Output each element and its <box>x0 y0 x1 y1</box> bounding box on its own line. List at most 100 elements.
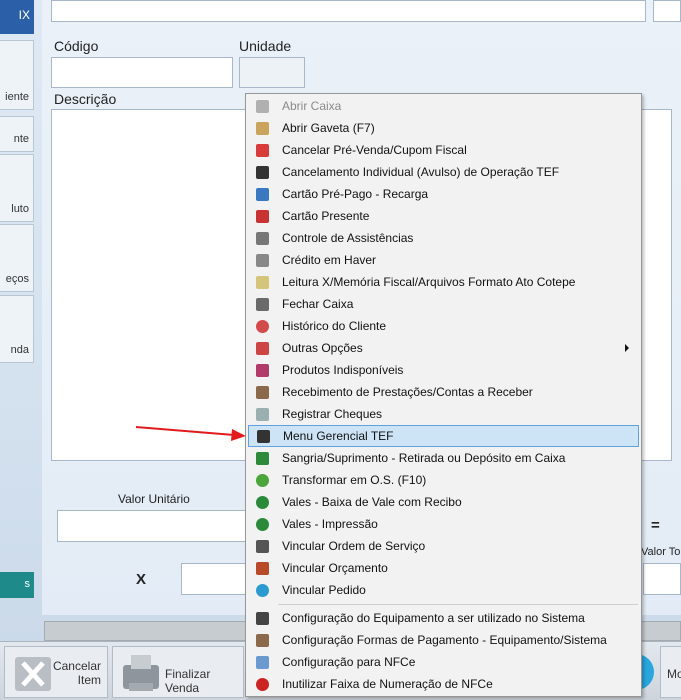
menu-item[interactable]: Vales - Baixa de Vale com Recibo <box>248 491 639 513</box>
menu-item[interactable]: Inutilizar Faixa de Numeração de NFCe <box>248 673 639 695</box>
menu-item-label: Controle de Assistências <box>282 231 414 245</box>
sidebar-top-button[interactable]: IX <box>0 0 34 34</box>
menu-item[interactable]: Vincular Pedido <box>248 579 639 601</box>
menu-separator <box>278 604 638 605</box>
menu-item[interactable]: Configuração do Equipamento a ser utiliz… <box>248 607 639 629</box>
menu-item-label: Fechar Caixa <box>282 297 354 311</box>
menu-item-label: Vincular Pedido <box>282 583 366 597</box>
menu-item-label: Recebimento de Prestações/Contas a Receb… <box>282 385 533 399</box>
valor-unitario-label: Valor Unitário <box>118 492 190 506</box>
top-input-field[interactable] <box>51 0 646 22</box>
menu-item-label: Sangria/Suprimento - Retirada ou Depósit… <box>282 451 566 465</box>
valor-total-input[interactable] <box>643 563 681 595</box>
link-order-icon <box>248 579 276 601</box>
checks-icon <box>248 403 276 425</box>
descricao-label: Descrição <box>54 91 117 107</box>
sidebar-item-label: iente <box>5 91 29 103</box>
menu-item[interactable]: Configuração para NFCe <box>248 651 639 673</box>
cancelar-item-button[interactable]: Cancelar Item <box>4 646 108 698</box>
sidebar-item-label: luto <box>11 203 29 215</box>
quantidade-input[interactable] <box>181 563 247 595</box>
menu-item[interactable]: Fechar Caixa <box>248 293 639 315</box>
equals-symbol: = <box>651 517 660 534</box>
finalizar-venda-button[interactable]: Finalizar Venda <box>112 646 244 698</box>
menu-item-label: Histórico do Cliente <box>282 319 387 333</box>
menu-item[interactable]: Menu Gerencial TEF <box>248 425 639 447</box>
sidebar-item-produto[interactable]: luto <box>0 154 34 222</box>
menu-item-label: Inutilizar Faixa de Numeração de NFCe <box>282 677 493 691</box>
menu-item[interactable]: Transformar em O.S. (F10) <box>248 469 639 491</box>
menu-item[interactable]: Produtos Indisponíveis <box>248 359 639 381</box>
link-service-order-icon <box>248 535 276 557</box>
multiply-symbol: X <box>136 571 147 588</box>
sidebar-teal-button[interactable]: s <box>0 572 34 598</box>
sidebar-item-2[interactable]: nte <box>0 116 34 152</box>
cancelar-item-label: Cancelar <box>52 659 101 673</box>
menu-item[interactable]: Crédito em Haver <box>248 249 639 271</box>
menu-item[interactable]: Controle de Assistências <box>248 227 639 249</box>
menu-item-label: Abrir Gaveta (F7) <box>282 121 375 135</box>
context-menu: Abrir Caixa Abrir Gaveta (F7) Cancelar Pré… <box>245 93 642 697</box>
left-sidebar: IX iente nte luto eços nda s <box>0 0 36 615</box>
menu-item-label: Produtos Indisponíveis <box>282 363 404 377</box>
menu-item[interactable]: Outras Opções <box>248 337 639 359</box>
menu-item[interactable]: Histórico do Cliente <box>248 315 639 337</box>
link-budget-icon <box>248 557 276 579</box>
menu-item[interactable]: Recebimento de Prestações/Contas a Receb… <box>248 381 639 403</box>
menu-item-label: Cancelamento Individual (Avulso) de Oper… <box>282 165 560 179</box>
menu-item[interactable]: Cartão Presente <box>248 205 639 227</box>
menu-item-label: Menu Gerencial TEF <box>283 429 394 443</box>
credit-icon <box>248 249 276 271</box>
top-right-field[interactable] <box>653 0 681 22</box>
menu-item[interactable]: Abrir Gaveta (F7) <box>248 117 639 139</box>
codigo-input[interactable] <box>51 57 233 88</box>
transform-os-icon <box>248 469 276 491</box>
close-register-icon <box>248 293 276 315</box>
sidebar-item-label: nda <box>10 344 29 356</box>
submenu-arrow-icon <box>625 344 629 352</box>
menu-item[interactable]: Cancelar Pré-Venda/Cupom Fiscal <box>248 139 639 161</box>
right-toolbar-button[interactable]: Mo <box>660 646 681 698</box>
menu-item-label: Registrar Cheques <box>282 407 383 421</box>
menu-item[interactable]: Leitura X/Memória Fiscal/Arquivos Format… <box>248 271 639 293</box>
sidebar-top-label: IX <box>18 8 30 22</box>
menu-item[interactable]: Vincular Orçamento <box>248 557 639 579</box>
cash-register-icon <box>248 95 276 117</box>
equipment-config-icon <box>248 607 276 629</box>
menu-item[interactable]: Sangria/Suprimento - Retirada ou Depósit… <box>248 447 639 469</box>
menu-item[interactable]: Configuração Formas de Pagamento - Equip… <box>248 629 639 651</box>
card-reader-icon <box>248 161 276 183</box>
menu-item-label: Outras Opções <box>282 341 363 355</box>
sidebar-item-precos[interactable]: eços <box>0 224 34 292</box>
pointer-arrow <box>135 426 246 441</box>
assistance-icon <box>248 227 276 249</box>
menu-item[interactable]: Cartão Pré-Pago - Recarga <box>248 183 639 205</box>
finalizar-venda-label: Finalizar Venda <box>165 667 211 695</box>
cash-withdrawal-icon <box>248 447 276 469</box>
menu-item[interactable]: Abrir Caixa <box>248 95 639 117</box>
menu-item[interactable]: Registrar Cheques <box>248 403 639 425</box>
menu-item-label: Vincular Ordem de Serviço <box>282 539 426 553</box>
drawer-icon <box>248 117 276 139</box>
menu-item[interactable]: Vales - Impressão <box>248 513 639 535</box>
sidebar-item-cliente[interactable]: iente <box>0 40 34 110</box>
menu-item-label: Transformar em O.S. (F10) <box>282 473 427 487</box>
menu-item-label: Configuração do Equipamento a ser utiliz… <box>282 611 585 625</box>
menu-item-label: Abrir Caixa <box>282 99 342 113</box>
unidade-label: Unidade <box>239 38 292 54</box>
unavailable-products-icon <box>248 359 276 381</box>
cancel-red-icon <box>248 139 276 161</box>
printer-icon <box>119 653 163 693</box>
valor-unitario-input[interactable] <box>57 510 247 542</box>
nfce-void-icon <box>248 673 276 695</box>
menu-item-label: Vales - Impressão <box>282 517 378 531</box>
menu-item-label: Crédito em Haver <box>282 253 377 267</box>
unidade-input[interactable] <box>239 57 305 88</box>
sidebar-item-venda[interactable]: nda <box>0 295 34 363</box>
menu-item[interactable]: Vincular Ordem de Serviço <box>248 535 639 557</box>
payment-config-icon <box>248 629 276 651</box>
gift-card-icon <box>248 205 276 227</box>
menu-item[interactable]: Cancelamento Individual (Avulso) de Oper… <box>248 161 639 183</box>
menu-item-label: Cancelar Pré-Venda/Cupom Fiscal <box>282 143 467 157</box>
menu-item-label: Vincular Orçamento <box>282 561 388 575</box>
